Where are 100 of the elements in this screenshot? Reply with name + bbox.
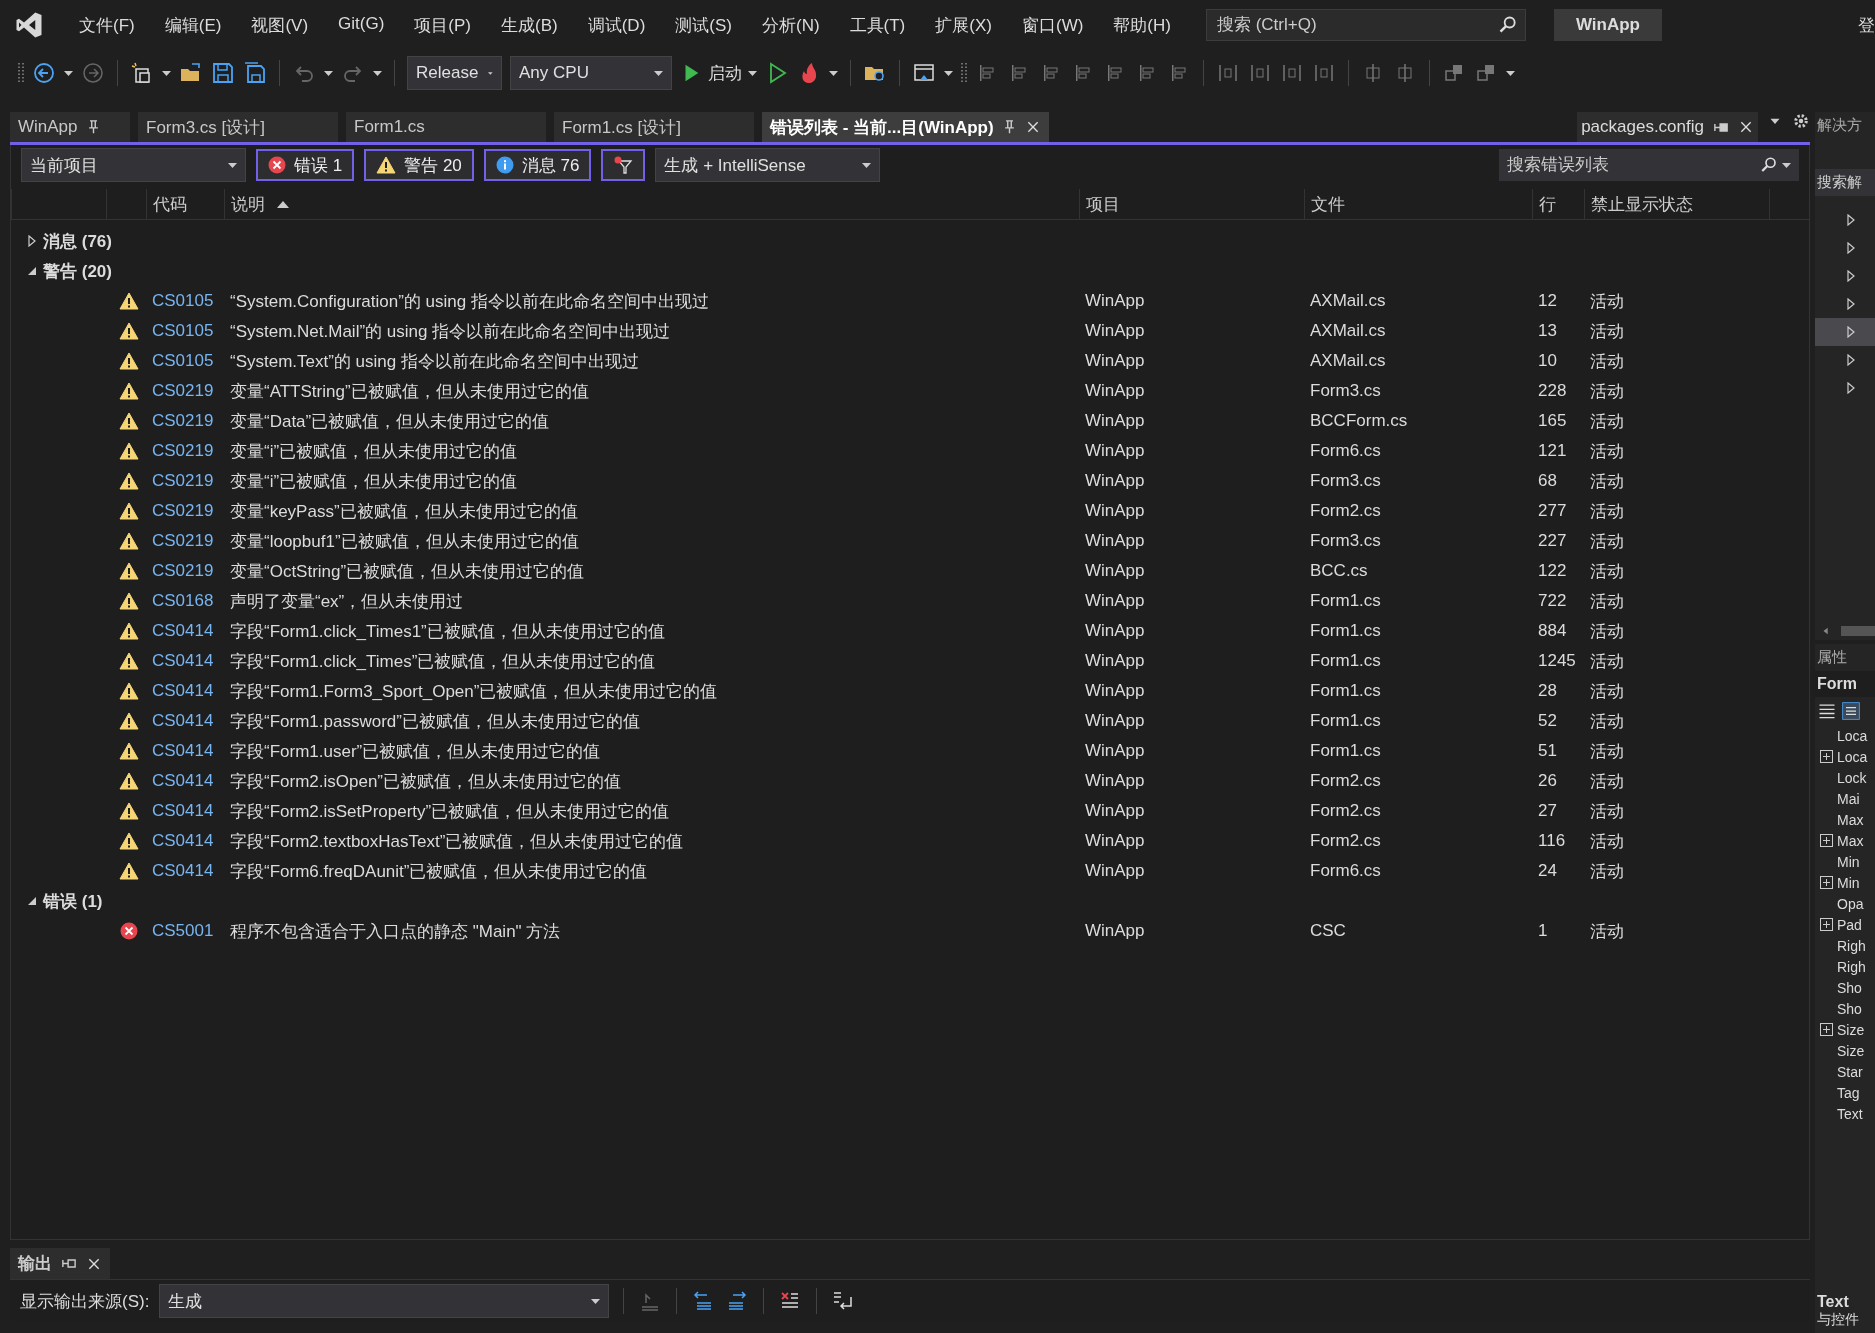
error-code-link[interactable]: CS0219 (146, 381, 224, 401)
property-name[interactable]: Sho (1837, 979, 1862, 996)
pin-icon[interactable] (87, 120, 99, 134)
configuration-dropdown[interactable]: Release (407, 56, 502, 90)
filter-button[interactable] (601, 149, 646, 181)
property-name[interactable]: Max (1837, 811, 1864, 828)
expand-icon[interactable] (1847, 382, 1855, 394)
menu-item[interactable]: 调试(D) (572, 13, 661, 37)
error-code-link[interactable]: CS0219 (146, 441, 224, 461)
property-name[interactable]: Size (1837, 1021, 1865, 1038)
property-name[interactable]: Min (1837, 874, 1860, 891)
column-header[interactable]: 禁止显示状态 (1591, 192, 1693, 216)
search-field[interactable]: 搜索 (Ctrl+Q) (1205, 9, 1526, 41)
expand-icon[interactable] (1847, 270, 1855, 282)
menu-item[interactable]: 文件(F) (64, 13, 150, 37)
severity-filter-button[interactable]: 错误 1 (256, 149, 355, 181)
property-name[interactable]: Righ (1837, 958, 1866, 975)
menu-item[interactable]: 测试(S) (660, 13, 747, 37)
menu-item[interactable]: Git(G) (323, 13, 400, 37)
pin-icon[interactable] (1714, 122, 1728, 132)
output-tab[interactable]: 输出 (10, 1248, 110, 1279)
property-name[interactable]: Lock (1837, 769, 1867, 786)
platform-dropdown[interactable]: Any CPU (510, 56, 672, 90)
error-code-link[interactable]: CS0219 (146, 411, 224, 431)
collapse-icon[interactable] (27, 895, 37, 907)
error-code-link[interactable]: CS0414 (146, 741, 224, 761)
severity-filter-button[interactable]: 警告 20 (364, 149, 474, 181)
property-name[interactable]: Star (1837, 1063, 1863, 1080)
toolbar-grip-icon[interactable] (18, 62, 24, 84)
property-name[interactable]: Max (1837, 832, 1864, 849)
document-tab[interactable]: packages.config (1577, 112, 1758, 142)
menu-item[interactable]: 视图(V) (236, 13, 324, 37)
error-code-link[interactable]: CS0414 (146, 861, 224, 881)
expand-icon[interactable] (1819, 834, 1833, 847)
error-code-link[interactable]: CS0414 (146, 651, 224, 671)
scrollbar-thumb[interactable] (1841, 626, 1875, 636)
expand-icon[interactable] (1847, 214, 1855, 226)
scope-dropdown[interactable]: 当前项目 (21, 148, 246, 182)
menu-item[interactable]: 工具(T) (834, 13, 921, 37)
property-name[interactable]: Text (1837, 1105, 1863, 1122)
property-name[interactable]: Tag (1837, 1084, 1860, 1101)
property-name[interactable]: Size (1837, 1042, 1865, 1059)
collapse-icon[interactable] (27, 265, 37, 277)
error-code-link[interactable]: CS0414 (146, 681, 224, 701)
severity-filter-button[interactable]: 消息 76 (483, 149, 592, 181)
toolbar-grip-icon[interactable] (961, 62, 967, 84)
error-code-link[interactable]: CS5001 (146, 921, 224, 941)
error-code-link[interactable]: CS0414 (146, 771, 224, 791)
property-name[interactable]: Opa (1837, 895, 1864, 912)
menu-item[interactable]: 项目(P) (399, 13, 486, 37)
expand-icon[interactable] (1847, 242, 1855, 254)
group-label[interactable]: 警告 (20) (43, 259, 112, 283)
property-name[interactable]: Sho (1837, 1000, 1862, 1017)
property-name[interactable]: Loca (1837, 748, 1868, 765)
menu-item[interactable]: 帮助(H) (1098, 13, 1186, 37)
menu-item[interactable]: 窗口(W) (1006, 13, 1099, 37)
pin-icon[interactable] (1003, 120, 1015, 134)
expand-icon[interactable] (1819, 918, 1833, 931)
scroll-left-icon[interactable] (1821, 625, 1831, 637)
save-all-icon[interactable] (243, 61, 267, 85)
menu-item[interactable]: 扩展(X) (920, 13, 1007, 37)
menu-item[interactable]: 编辑(E) (149, 13, 237, 37)
property-name[interactable]: Min (1837, 853, 1860, 870)
pin-icon[interactable] (62, 1259, 76, 1268)
expand-icon[interactable] (1819, 876, 1833, 889)
document-tab[interactable]: 错误列表 - 当前...目(WinApp) (762, 112, 1049, 142)
error-code-link[interactable]: CS0168 (146, 591, 224, 611)
error-code-link[interactable]: CS0105 (146, 351, 224, 371)
tree-row[interactable] (1815, 318, 1875, 346)
alphabetical-icon[interactable] (1841, 701, 1861, 721)
error-code-link[interactable]: CS0219 (146, 561, 224, 581)
error-code-link[interactable]: CS0414 (146, 831, 224, 851)
expand-icon[interactable] (1847, 354, 1855, 366)
save-icon[interactable] (211, 61, 235, 85)
column-header[interactable]: 说明 (231, 192, 265, 216)
error-code-link[interactable]: CS0414 (146, 621, 224, 641)
source-dropdown[interactable]: 生成 + IntelliSense (655, 148, 881, 182)
column-header[interactable]: 代码 (153, 192, 187, 216)
group-label[interactable]: 消息 (76) (43, 229, 112, 253)
property-name[interactable]: Pad (1837, 916, 1862, 933)
search-field[interactable]: 搜索错误列表 (1499, 149, 1799, 181)
close-icon[interactable] (1738, 119, 1754, 135)
search-field[interactable]: 搜索解 (1815, 169, 1875, 196)
error-code-link[interactable]: CS0219 (146, 501, 224, 521)
property-name[interactable]: Loca (1837, 727, 1868, 744)
property-name[interactable]: Mai (1837, 790, 1860, 807)
column-header[interactable]: 行 (1539, 192, 1556, 216)
error-code-link[interactable]: CS0414 (146, 801, 224, 821)
error-code-link[interactable]: CS0105 (146, 321, 224, 341)
error-code-link[interactable]: CS0219 (146, 471, 224, 491)
column-header[interactable]: 文件 (1311, 192, 1345, 216)
document-tab[interactable]: Form1.cs (346, 112, 546, 142)
back-icon[interactable] (32, 61, 56, 85)
document-tab[interactable]: Form1.cs [设计] (554, 112, 754, 142)
expand-icon[interactable] (1847, 298, 1855, 310)
error-code-link[interactable]: CS0105 (146, 291, 224, 311)
document-tab[interactable]: Form3.cs [设计] (138, 112, 338, 142)
menu-item[interactable]: 分析(N) (746, 13, 835, 37)
expand-icon[interactable] (27, 235, 37, 247)
document-tab[interactable]: WinApp (10, 112, 130, 142)
